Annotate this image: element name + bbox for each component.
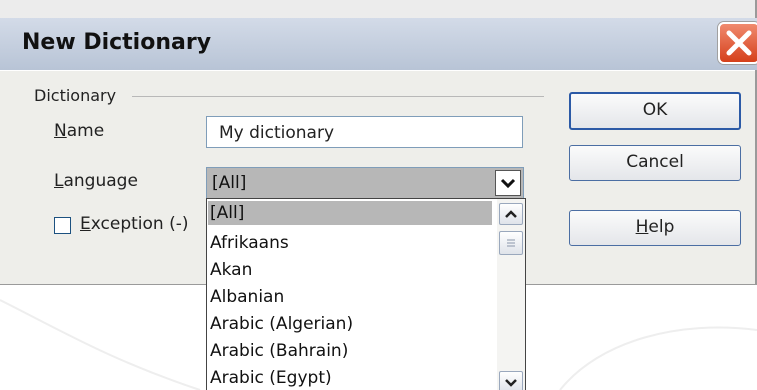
exception-label[interactable]: Exception (-) [80,214,188,234]
title-bar[interactable]: New Dictionary [0,18,757,70]
list-item[interactable]: Akan [210,258,252,282]
list-item[interactable]: Arabic (Algerian) [210,312,353,336]
chevron-up-icon [505,210,517,218]
language-dropdown-list[interactable]: [All] Afrikaans Akan Albanian Arabic (Al… [206,198,526,390]
language-select[interactable]: [All] [206,167,524,199]
ok-button[interactable]: OK [569,92,741,130]
language-select-value: [All] [212,173,247,193]
scroll-down-button[interactable] [499,371,523,390]
list-item[interactable]: [All] [208,201,492,225]
scroll-up-button[interactable] [499,203,523,225]
help-button[interactable]: Help [569,210,741,246]
language-dropdown-button[interactable] [495,170,521,196]
scroll-thumb[interactable] [499,231,523,255]
list-item[interactable]: Arabic (Bahrain) [210,339,348,363]
list-item[interactable]: Albanian [210,285,284,309]
close-button[interactable] [718,22,757,64]
dialog-title: New Dictionary [22,30,212,55]
close-icon [726,30,752,56]
language-label: Language [54,171,138,191]
exception-checkbox[interactable] [54,217,71,234]
chevron-down-icon [505,379,517,387]
dropdown-scrollbar[interactable] [497,199,525,390]
name-input[interactable]: My dictionary [206,116,523,148]
name-input-value: My dictionary [219,123,335,143]
grip-icon [507,239,515,247]
name-label: Name [54,121,105,141]
group-separator [132,96,544,97]
list-item[interactable]: Arabic (Egypt) [210,366,332,390]
cancel-button[interactable]: Cancel [569,145,741,181]
list-item[interactable]: Afrikaans [210,231,289,255]
chevron-down-icon [500,178,516,189]
group-label-dictionary: Dictionary [34,86,117,105]
